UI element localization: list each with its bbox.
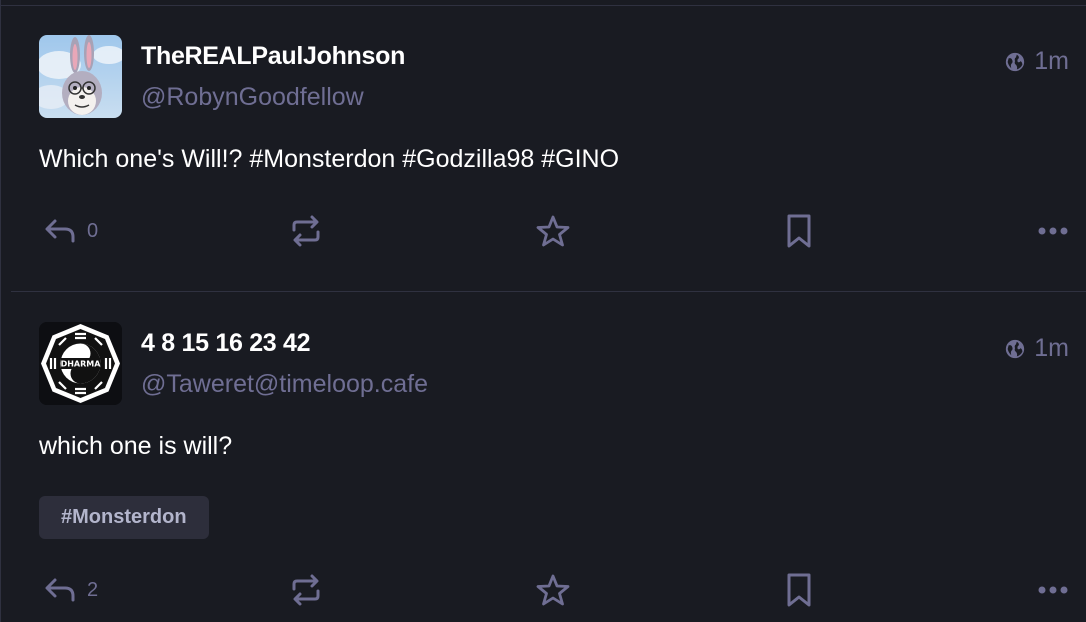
more-icon bbox=[1038, 227, 1068, 235]
status-card[interactable]: TheREALPaulJohnson @RobynGoodfellow 1m W… bbox=[11, 5, 1086, 291]
display-name[interactable]: TheREALPaulJohnson bbox=[141, 42, 405, 71]
status-content: which one is will? bbox=[39, 432, 233, 460]
hashtag-chip[interactable]: #Monsterdon bbox=[39, 496, 209, 539]
action-bar: 0 bbox=[39, 211, 1069, 251]
globe-icon bbox=[1006, 52, 1025, 71]
status-card[interactable]: DHARMA 4 8 15 16 23 42 @Taweret@timeloop… bbox=[11, 291, 1086, 622]
display-name[interactable]: 4 8 15 16 23 42 bbox=[141, 329, 311, 358]
boost-button[interactable] bbox=[289, 211, 323, 251]
bunny-avatar-icon bbox=[39, 35, 122, 118]
favourite-button[interactable] bbox=[535, 211, 571, 251]
more-button[interactable] bbox=[1037, 211, 1069, 251]
bookmark-button[interactable] bbox=[784, 570, 814, 610]
reply-button[interactable]: 2 bbox=[43, 570, 98, 610]
reply-button[interactable]: 0 bbox=[43, 211, 98, 251]
dharma-logo-text: DHARMA bbox=[61, 360, 102, 369]
account-handle[interactable]: @Taweret@timeloop.cafe bbox=[141, 370, 428, 399]
reply-count: 2 bbox=[87, 578, 99, 601]
more-icon bbox=[1038, 586, 1068, 594]
boost-button[interactable] bbox=[289, 570, 323, 610]
timeline: TheREALPaulJohnson @RobynGoodfellow 1m W… bbox=[0, 0, 1086, 622]
reply-icon bbox=[45, 219, 75, 243]
bookmark-icon bbox=[787, 573, 811, 607]
boost-icon bbox=[292, 574, 320, 606]
star-icon bbox=[536, 574, 570, 606]
boost-icon bbox=[292, 215, 320, 247]
account-handle[interactable]: @RobynGoodfellow bbox=[141, 83, 364, 112]
timestamp[interactable]: 1m bbox=[1034, 334, 1069, 363]
status-content: Which one's Will!? #Monsterdon #Godzilla… bbox=[39, 145, 620, 173]
status-meta[interactable]: 1m bbox=[1004, 47, 1069, 76]
globe-icon bbox=[1006, 339, 1025, 358]
bookmark-icon bbox=[787, 214, 811, 248]
reply-count: 0 bbox=[87, 219, 99, 242]
favourite-button[interactable] bbox=[535, 570, 571, 610]
status-meta[interactable]: 1m bbox=[1004, 334, 1069, 363]
action-bar: 2 bbox=[39, 570, 1069, 610]
avatar[interactable]: DHARMA bbox=[39, 322, 122, 405]
avatar[interactable] bbox=[39, 35, 122, 118]
timestamp[interactable]: 1m bbox=[1034, 47, 1069, 76]
reply-icon bbox=[45, 578, 75, 602]
bookmark-button[interactable] bbox=[784, 211, 814, 251]
dharma-logo-avatar-icon: DHARMA bbox=[39, 322, 122, 405]
star-icon bbox=[536, 215, 570, 247]
more-button[interactable] bbox=[1037, 570, 1069, 610]
